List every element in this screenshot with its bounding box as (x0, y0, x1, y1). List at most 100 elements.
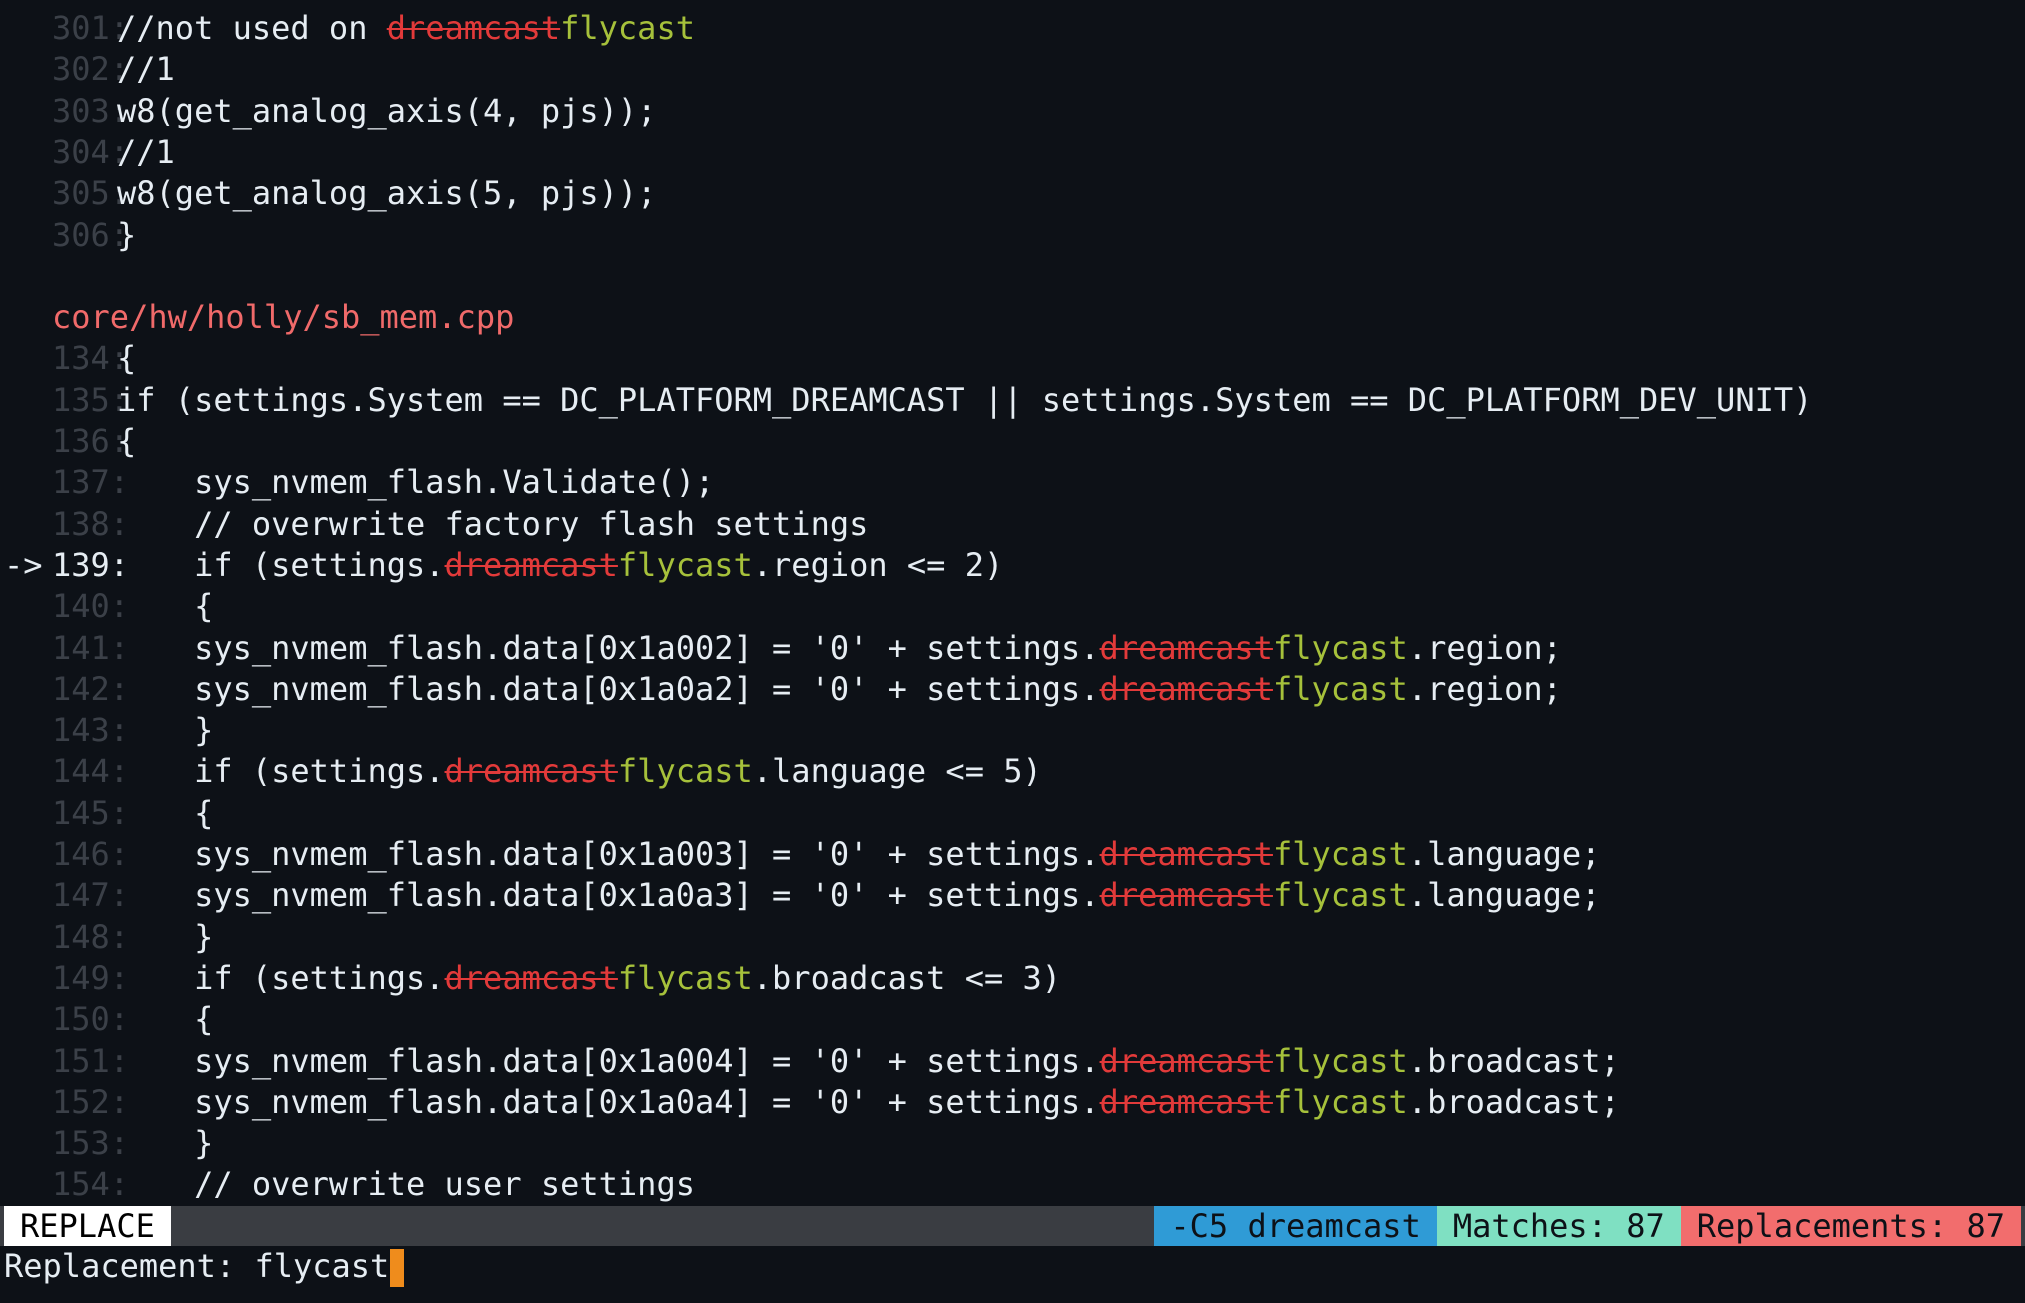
inserted-text: flycast (560, 9, 695, 47)
deleted-text: dreamcast (444, 545, 618, 584)
line-number: 147: (52, 876, 130, 915)
code-segment: //1 (117, 132, 175, 171)
diff-viewport[interactable]: 301://not used on dreamcastflycast 302://… (0, 0, 2025, 1303)
code-text: //1 (117, 49, 175, 90)
code-segment: } (117, 1124, 214, 1163)
code-text: { (117, 999, 213, 1040)
code-segment: w8(get_analog_axis(5, pjs)); (117, 174, 657, 213)
code-segment: sys_nvmem_flash.data[0x1a002] = '0' + se… (117, 628, 1100, 667)
code-text: // overwrite factory flash settings (117, 504, 868, 545)
code-segment: w8(get_analog_axis(4, pjs)); (117, 91, 657, 130)
status-bar: REPLACE -C5 dreamcast Matches: 87 Replac… (0, 1206, 2025, 1246)
code-segment: .region; (1407, 669, 1562, 708)
code-segment: .language <= 5) (752, 752, 1042, 791)
line-number: 143: (52, 711, 130, 750)
code-text: sys_nvmem_flash.data[0x1a0a3] = '0' + se… (117, 875, 1600, 916)
search-query-segment: -C5 dreamcast (1154, 1206, 1437, 1246)
code-text: } (117, 1123, 213, 1164)
replacement-prompt-label: Replacement: (4, 1247, 255, 1285)
code-text: { (117, 421, 136, 462)
code-text: if (settings.dreamcastflycast.broadcast … (117, 958, 1061, 999)
code-segment: } (117, 215, 137, 254)
code-segment: { (117, 422, 137, 460)
code-segment: sys_nvmem_flash.data[0x1a0a3] = '0' + se… (117, 876, 1100, 915)
inserted-text: flycast (1272, 835, 1408, 873)
line-number: 303: (52, 91, 130, 130)
line-number: 134: (52, 339, 130, 378)
code-text: sys_nvmem_flash.data[0x1a003] = '0' + se… (117, 834, 1600, 875)
deleted-text: dreamcast (1099, 1082, 1273, 1121)
code-segment: if (settings. (117, 752, 445, 791)
code-segment: { (117, 793, 214, 832)
line-number: 306: (52, 215, 130, 254)
code-text: w8(get_analog_axis(5, pjs)); (117, 173, 656, 214)
code-text: if (settings.dreamcastflycast.region <= … (117, 545, 1003, 586)
replacement-input[interactable]: flycast (254, 1247, 389, 1285)
replacement-prompt[interactable]: Replacement: flycast (4, 1246, 405, 1287)
code-segment: { (117, 339, 137, 378)
code-segment: .language; (1407, 876, 1601, 915)
line-number: 136: (52, 422, 130, 460)
code-segment: sys_nvmem_flash.Validate(); (117, 463, 715, 502)
line-number: 144: (52, 752, 130, 791)
line-number: 154: (52, 1165, 130, 1204)
text-cursor (390, 1249, 405, 1287)
code-segment: sys_nvmem_flash.data[0x1a003] = '0' + se… (117, 835, 1100, 873)
line-number: 149: (52, 958, 130, 997)
line-number: 137: (52, 463, 130, 502)
line-number: 140: (52, 587, 130, 626)
code-segment: sys_nvmem_flash.data[0x1a0a4] = '0' + se… (117, 1082, 1100, 1121)
code-segment: } (117, 917, 214, 956)
code-segment: .language; (1407, 835, 1601, 873)
deleted-text: dreamcast (444, 752, 618, 791)
code-text: // overwrite user settings (117, 1164, 695, 1205)
line-number: 141: (52, 628, 130, 667)
line-number: 302: (52, 50, 130, 89)
inserted-text: flycast (617, 752, 753, 791)
line-number: 138: (52, 504, 130, 543)
file-path-header[interactable]: core/hw/holly/sb_mem.cpp (52, 297, 514, 338)
code-text: if (settings.System == DC_PLATFORM_DREAM… (117, 380, 1812, 421)
line-number: 148: (52, 917, 130, 956)
line-number: 152: (52, 1082, 130, 1121)
code-text: w8(get_analog_axis(4, pjs)); (117, 91, 656, 132)
inserted-text: flycast (617, 545, 753, 584)
code-text: sys_nvmem_flash.data[0x1a0a2] = '0' + se… (117, 669, 1562, 710)
code-text: } (117, 215, 136, 256)
inserted-text: flycast (1272, 1041, 1408, 1080)
code-segment: if (settings. (117, 545, 445, 584)
code-text: //1 (117, 132, 175, 173)
code-text: { (117, 586, 213, 627)
code-text: sys_nvmem_flash.data[0x1a004] = '0' + se… (117, 1041, 1620, 1082)
code-segment: .broadcast; (1407, 1041, 1620, 1080)
code-segment: sys_nvmem_flash.data[0x1a0a2] = '0' + se… (117, 669, 1100, 708)
code-segment: .broadcast <= 3) (752, 958, 1062, 997)
code-segment: if (settings.System == DC_PLATFORM_DREAM… (117, 380, 1813, 419)
code-text: if (settings.dreamcastflycast.language <… (117, 751, 1042, 792)
deleted-text: dreamcast (444, 958, 618, 997)
line-number: 301: (52, 9, 130, 47)
code-text: sys_nvmem_flash.data[0x1a002] = '0' + se… (117, 628, 1562, 669)
code-text: { (117, 793, 213, 834)
deleted-text: dreamcast (1099, 876, 1273, 915)
code-segment: } (117, 711, 214, 750)
matches-count-segment: Matches: 87 (1436, 1206, 1681, 1246)
code-segment: { (117, 1000, 214, 1039)
deleted-text: dreamcast (1099, 628, 1273, 667)
code-segment: //not used on (117, 9, 387, 47)
deleted-text: dreamcast (1099, 669, 1273, 708)
code-segment: if (settings. (117, 958, 445, 997)
inserted-text: flycast (1272, 669, 1408, 708)
line-number: 135: (52, 380, 130, 419)
code-segment: // overwrite factory flash settings (117, 504, 869, 543)
code-text: } (117, 917, 213, 958)
inserted-text: flycast (617, 958, 753, 997)
code-segment: .broadcast; (1407, 1082, 1620, 1121)
code-text: } (117, 710, 213, 751)
current-match-marker: -> (4, 545, 43, 584)
line-number: 305: (52, 174, 130, 213)
code-segment: //1 (117, 50, 175, 89)
code-segment: .region; (1407, 628, 1562, 667)
code-segment: sys_nvmem_flash.data[0x1a004] = '0' + se… (117, 1041, 1100, 1080)
code-text: //not used on dreamcastflycast (117, 8, 695, 49)
